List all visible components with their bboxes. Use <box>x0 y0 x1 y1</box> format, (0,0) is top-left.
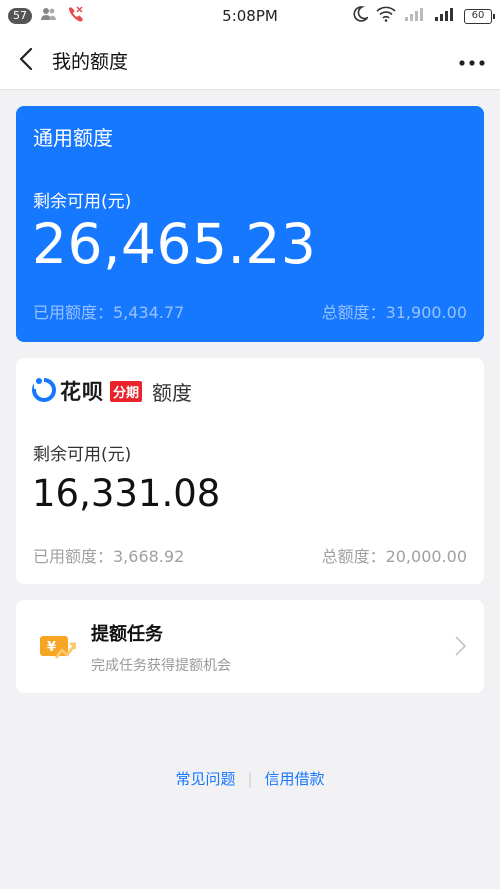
general-credit-total: 总额度：31,900.00 <box>321 303 467 322</box>
notification-badge: 57 <box>8 8 32 24</box>
signal-icon <box>404 6 426 26</box>
task-subtitle: 完成任务获得提额机会 <box>91 658 231 674</box>
signal-icon-2 <box>434 6 456 26</box>
task-title: 提额任务 <box>91 624 163 645</box>
huabei-total: 总额度：20,000.00 <box>321 547 467 566</box>
wifi-icon <box>376 6 396 26</box>
more-icon <box>459 51 485 70</box>
general-credit-title: 通用额度 <box>33 126 113 150</box>
huabei-header: 花呗 分期 额度 <box>32 376 192 406</box>
credit-task-card[interactable]: ¥ 提额任务 完成任务获得提额机会 <box>16 600 484 693</box>
general-credit-amount: 26,465.23 <box>32 212 317 276</box>
faq-link[interactable]: 常见问题 <box>175 770 235 788</box>
chevron-right-icon <box>455 636 467 660</box>
huabei-used: 已用额度：3,668.92 <box>33 547 185 566</box>
nav-bar: 我的额度 <box>0 32 500 90</box>
back-arrow-icon <box>19 47 33 74</box>
huabei-suffix: 额度 <box>152 380 193 405</box>
task-coin-icon: ¥ <box>38 628 77 666</box>
missed-call-icon <box>66 6 84 26</box>
huabei-installment-tag: 分期 <box>110 380 143 402</box>
general-credit-label: 剩余可用(元) <box>33 192 132 212</box>
status-right: 60 <box>352 6 495 26</box>
svg-text:¥: ¥ <box>47 640 56 655</box>
status-left: 57 <box>8 6 84 26</box>
moon-icon <box>352 6 370 26</box>
page-title: 我的额度 <box>52 51 129 73</box>
general-credit-used: 已用额度：5,434.77 <box>33 303 185 322</box>
huabei-brand: 花呗 <box>60 380 104 404</box>
huabei-label: 剩余可用(元) <box>33 445 132 465</box>
footer-divider: | <box>247 770 253 788</box>
battery-icon: 60 <box>464 8 495 24</box>
back-button[interactable] <box>0 32 52 90</box>
footer-links: 常见问题 | 信用借款 <box>0 768 500 789</box>
huabei-amount: 16,331.08 <box>32 472 221 515</box>
credit-loan-link[interactable]: 信用借款 <box>265 770 325 788</box>
general-credit-card: 通用额度 剩余可用(元) 26,465.23 已用额度：5,434.77 总额度… <box>16 106 484 342</box>
status-bar: 57 5:08PM 60 <box>0 0 500 32</box>
huabei-logo-icon <box>32 376 56 406</box>
more-button[interactable] <box>444 32 500 90</box>
contacts-icon <box>40 7 58 25</box>
huabei-credit-card: 花呗 分期 额度 剩余可用(元) 16,331.08 已用额度：3,668.92… <box>16 358 484 584</box>
